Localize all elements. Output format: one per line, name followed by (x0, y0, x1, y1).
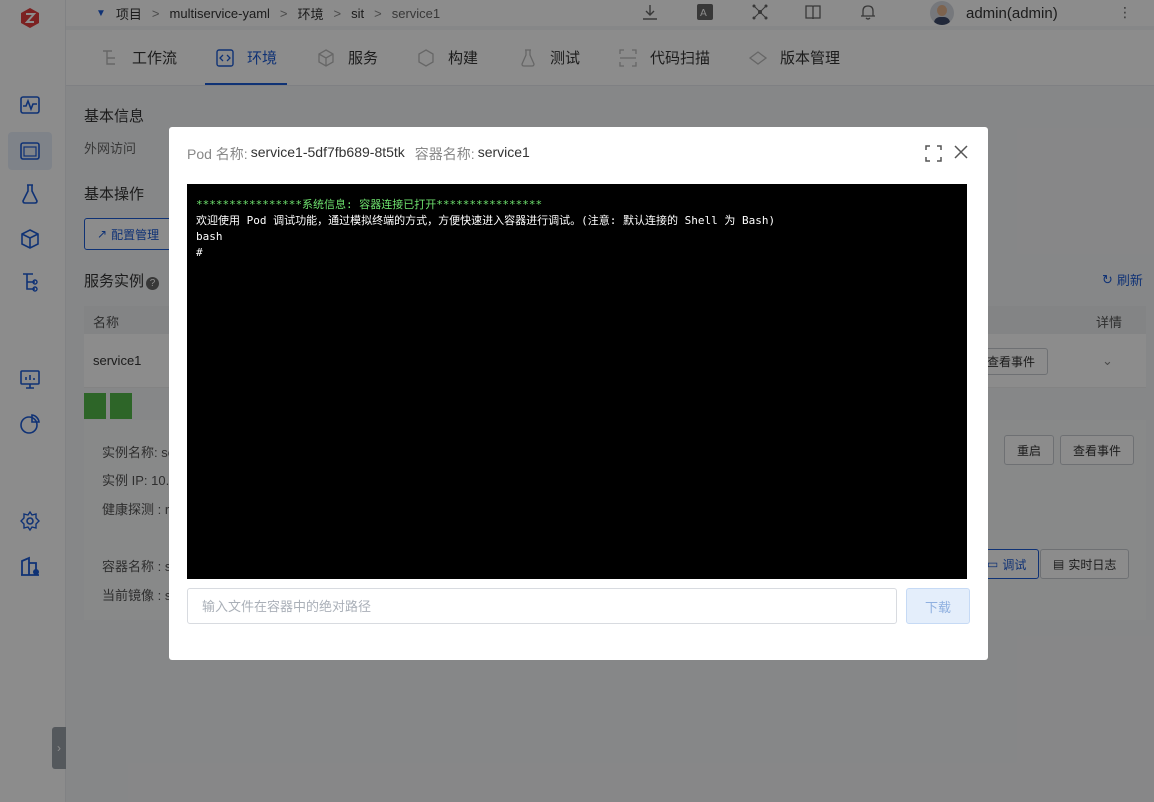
terminal-line: bash (196, 230, 223, 243)
pod-name-label: Pod 名称: (187, 146, 248, 162)
terminal-welcome-line: 欢迎使用 Pod 调试功能，通过模拟终端的方式，方便快速进入容器进行调试。(注意… (196, 214, 776, 227)
terminal-prompt: # (196, 246, 203, 259)
pod-name-value: service1-5df7fb689-8t5tk (250, 144, 405, 160)
container-name-value: service1 (477, 144, 530, 160)
terminal[interactable]: ****************系统信息: 容器连接已打开***********… (187, 184, 967, 579)
pod-debug-modal: Pod 名称: service1-5df7fb689-8t5tk 容器名称: s… (169, 127, 988, 660)
container-name-label: 容器名称: (414, 146, 475, 162)
terminal-system-line: ****************系统信息: 容器连接已打开***********… (196, 198, 543, 211)
close-icon[interactable] (953, 144, 969, 160)
modal-title: Pod 名称: service1-5df7fb689-8t5tk 容器名称: s… (187, 144, 530, 164)
fullscreen-icon[interactable] (925, 145, 942, 162)
download-button[interactable]: 下载 (906, 588, 970, 624)
file-path-input[interactable] (187, 588, 897, 624)
